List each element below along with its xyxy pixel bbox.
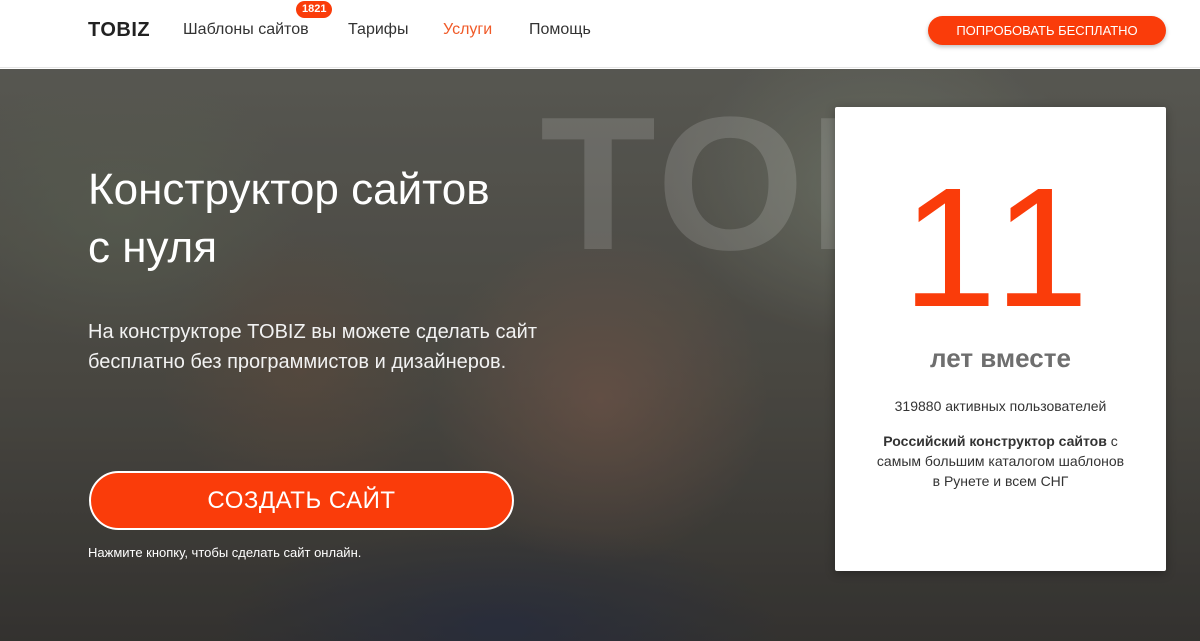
site-header: TOBIZ Шаблоны сайтов 1821 Тарифы Услуги … <box>0 0 1200 68</box>
active-users-count: 319880 активных пользователей <box>894 398 1107 414</box>
hero-hint: Нажмите кнопку, чтобы сделать сайт онлай… <box>88 545 362 560</box>
hero-title: Конструктор сайтов с нуля <box>88 161 608 277</box>
hero-title-line1: Конструктор сайтов <box>88 165 490 214</box>
create-site-button[interactable]: СОЗДАТЬ САЙТ <box>89 471 514 530</box>
hero-section: TOBIZ Конструктор сайтов с нуля На конст… <box>0 69 1200 641</box>
nav-item-services[interactable]: Услуги <box>443 21 492 39</box>
nav-item-tariffs[interactable]: Тарифы <box>348 21 408 39</box>
try-free-button[interactable]: ПОПРОБОВАТЬ БЕСПЛАТНО <box>928 16 1166 45</box>
stats-description-bold: Российский конструктор сайтов <box>883 433 1107 449</box>
stats-description: Российский конструктор сайтов с самым бо… <box>875 431 1126 491</box>
stats-card: 11 лет вместе 319880 активных пользовате… <box>835 107 1166 571</box>
logo[interactable]: TOBIZ <box>88 19 150 42</box>
years-label: лет вместе <box>930 343 1071 373</box>
nav-item-help[interactable]: Помощь <box>529 21 591 39</box>
years-number: 11 <box>902 153 1099 343</box>
hero-description: На конструкторе TOBIZ вы можете сделать … <box>88 321 537 373</box>
templates-count-badge: 1821 <box>296 1 333 18</box>
nav-item-templates[interactable]: Шаблоны сайтов <box>183 21 309 39</box>
hero-title-line2: с нуля <box>88 223 218 272</box>
